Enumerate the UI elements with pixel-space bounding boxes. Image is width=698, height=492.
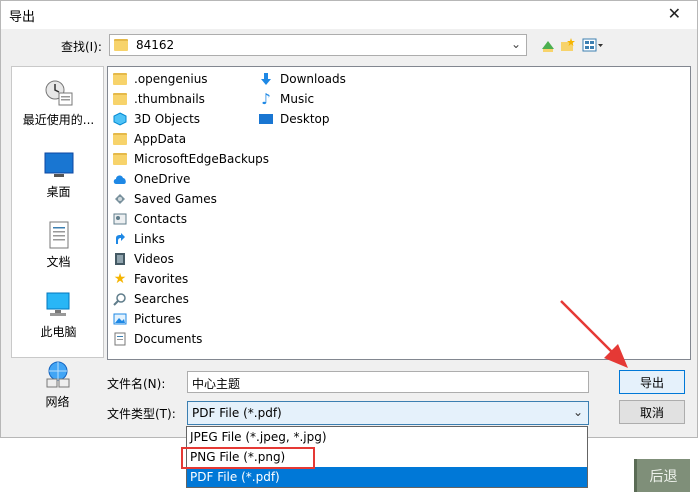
- desktop-icon: [258, 112, 274, 126]
- list-item[interactable]: 3D Objects: [112, 109, 200, 129]
- place-documents[interactable]: 文档: [12, 221, 105, 270]
- place-label: 此电脑: [40, 325, 77, 339]
- file-type-value: PDF File (*.pdf): [192, 406, 282, 420]
- links-icon: [112, 232, 128, 246]
- search-icon: [112, 292, 128, 306]
- saved-games-icon: [112, 192, 128, 206]
- list-item[interactable]: Downloads: [258, 69, 346, 89]
- list-item[interactable]: AppData: [112, 129, 186, 149]
- documents-icon: [44, 221, 74, 249]
- close-icon[interactable]: ✕: [668, 4, 681, 23]
- export-button[interactable]: 导出: [619, 370, 685, 394]
- place-recent[interactable]: 最近使用的...: [12, 79, 105, 128]
- look-in-label: 查找(I):: [61, 40, 102, 54]
- new-folder-icon[interactable]: [559, 36, 577, 54]
- star-icon: ★: [113, 271, 127, 287]
- look-in-value: 84162: [136, 38, 175, 52]
- desktop-icon: [44, 151, 74, 179]
- file-list[interactable]: .opengenius .thumbnails 3D Objects AppDa…: [107, 66, 691, 360]
- list-item[interactable]: Documents: [112, 329, 202, 349]
- pictures-icon: [112, 312, 128, 326]
- documents-icon: [112, 332, 128, 346]
- file-name-label: 文件名(N):: [107, 377, 166, 391]
- place-label: 最近使用的...: [22, 113, 95, 127]
- download-icon: [258, 72, 274, 86]
- place-label: 文档: [46, 255, 71, 269]
- list-item[interactable]: ♪ Music: [258, 89, 314, 109]
- 3d-objects-icon: [112, 112, 128, 126]
- file-type-label: 文件类型(T):: [107, 407, 176, 421]
- cloud-icon: [112, 172, 128, 186]
- folder-icon: [113, 93, 127, 105]
- view-menu-icon[interactable]: [581, 36, 605, 54]
- list-item[interactable]: Saved Games: [112, 189, 217, 209]
- list-item[interactable]: Videos: [112, 249, 174, 269]
- contacts-icon: [112, 212, 128, 226]
- chevron-down-icon: ⌄: [572, 405, 583, 419]
- places-sidebar: 最近使用的... 桌面 文档 此电脑: [11, 66, 104, 358]
- list-item[interactable]: .thumbnails: [112, 89, 205, 109]
- list-item[interactable]: Contacts: [112, 209, 187, 229]
- folder-icon: [114, 39, 128, 51]
- computer-icon: [44, 291, 74, 319]
- music-icon: ♪: [261, 90, 271, 108]
- list-item[interactable]: Links: [112, 229, 165, 249]
- place-network[interactable]: 网络: [11, 361, 104, 410]
- highlight-annotation: [181, 447, 315, 469]
- list-item[interactable]: Searches: [112, 289, 189, 309]
- up-folder-icon[interactable]: [539, 36, 557, 54]
- folder-icon: [113, 73, 127, 85]
- list-item[interactable]: MicrosoftEdgeBackups: [112, 149, 269, 169]
- list-item[interactable]: .opengenius: [112, 69, 208, 89]
- list-item[interactable]: ★ Favorites: [112, 269, 189, 289]
- file-name-input[interactable]: 中心主题: [187, 371, 589, 393]
- list-item[interactable]: Desktop: [258, 109, 330, 129]
- file-type-option-selected[interactable]: PDF File (*.pdf): [187, 467, 587, 487]
- place-label: 桌面: [46, 185, 71, 199]
- place-this-pc[interactable]: 此电脑: [12, 291, 105, 340]
- chevron-down-icon: ⌄: [510, 37, 521, 51]
- videos-icon: [112, 252, 128, 266]
- file-type-option[interactable]: JPEG File (*.jpeg, *.jpg): [187, 427, 587, 447]
- export-dialog: 导出 ✕ 查找(I): 84162 ⌄ 最近使用的... 桌面 文档 此电脑 网…: [0, 0, 698, 438]
- cancel-button[interactable]: 取消: [619, 400, 685, 424]
- dialog-title: 导出: [9, 10, 36, 25]
- title-bar: 导出 ✕: [1, 1, 697, 29]
- file-type-select[interactable]: PDF File (*.pdf) ⌄: [187, 401, 589, 425]
- list-item[interactable]: OneDrive: [112, 169, 190, 189]
- place-label: 网络: [45, 395, 70, 409]
- list-item[interactable]: Pictures: [112, 309, 182, 329]
- place-desktop[interactable]: 桌面: [12, 151, 105, 200]
- back-button[interactable]: 后退: [634, 459, 690, 492]
- folder-icon: [113, 133, 127, 145]
- recent-places-icon: [44, 79, 74, 107]
- network-icon: [43, 361, 73, 389]
- look-in-combo[interactable]: 84162 ⌄: [109, 34, 527, 56]
- folder-icon: [113, 153, 127, 165]
